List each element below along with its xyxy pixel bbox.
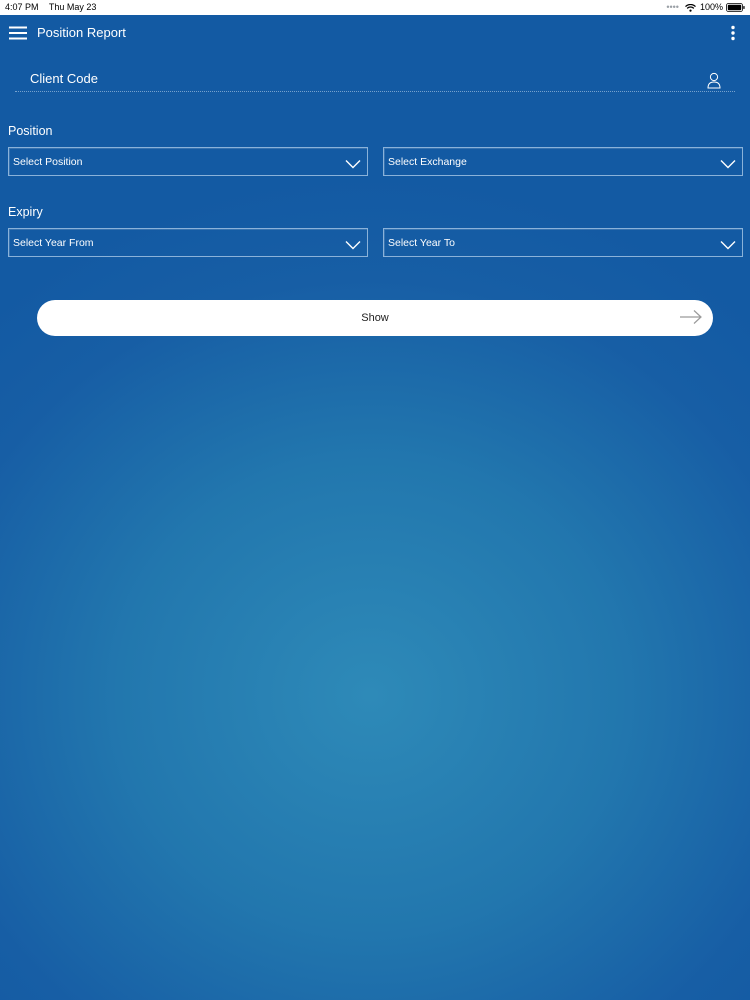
app-screen: Position Report Position Select Position… xyxy=(0,15,750,1000)
client-code-input[interactable] xyxy=(30,71,670,86)
select-exchange-dropdown[interactable]: Select Exchange xyxy=(383,147,743,176)
vertical-ellipsis-icon[interactable] xyxy=(730,25,736,41)
app-header: Position Report xyxy=(0,15,750,51)
battery-percentage: 100% xyxy=(699,2,723,12)
expiry-section-label: Expiry xyxy=(8,205,43,219)
select-year-to-text: Select Year To xyxy=(388,237,455,249)
user-icon[interactable] xyxy=(707,72,721,89)
arrow-right-icon xyxy=(679,309,703,325)
chevron-down-icon xyxy=(345,156,361,169)
select-exchange-text: Select Exchange xyxy=(388,156,467,168)
select-position-dropdown[interactable]: Select Position xyxy=(8,147,368,176)
hamburger-menu-icon[interactable] xyxy=(9,26,27,40)
signal-dots-icon: •••• xyxy=(666,2,679,12)
status-time: 4:07 PM xyxy=(5,2,39,12)
select-year-from-dropdown[interactable]: Select Year From xyxy=(8,228,368,257)
chevron-down-icon xyxy=(345,237,361,250)
chevron-down-icon xyxy=(720,237,736,250)
page-title: Position Report xyxy=(37,25,126,40)
wifi-icon xyxy=(685,3,696,12)
battery-icon xyxy=(726,3,745,12)
select-year-to-dropdown[interactable]: Select Year To xyxy=(383,228,743,257)
position-section-label: Position xyxy=(8,124,53,138)
show-button[interactable]: Show xyxy=(37,300,713,336)
status-date: Thu May 23 xyxy=(48,2,97,12)
chevron-down-icon xyxy=(720,156,736,169)
client-code-field[interactable] xyxy=(15,67,735,92)
status-bar: 4:07 PM Thu May 23 •••• 100% xyxy=(0,0,750,15)
select-position-text: Select Position xyxy=(13,156,83,168)
show-button-label: Show xyxy=(361,312,389,324)
select-year-from-text: Select Year From xyxy=(13,237,94,249)
